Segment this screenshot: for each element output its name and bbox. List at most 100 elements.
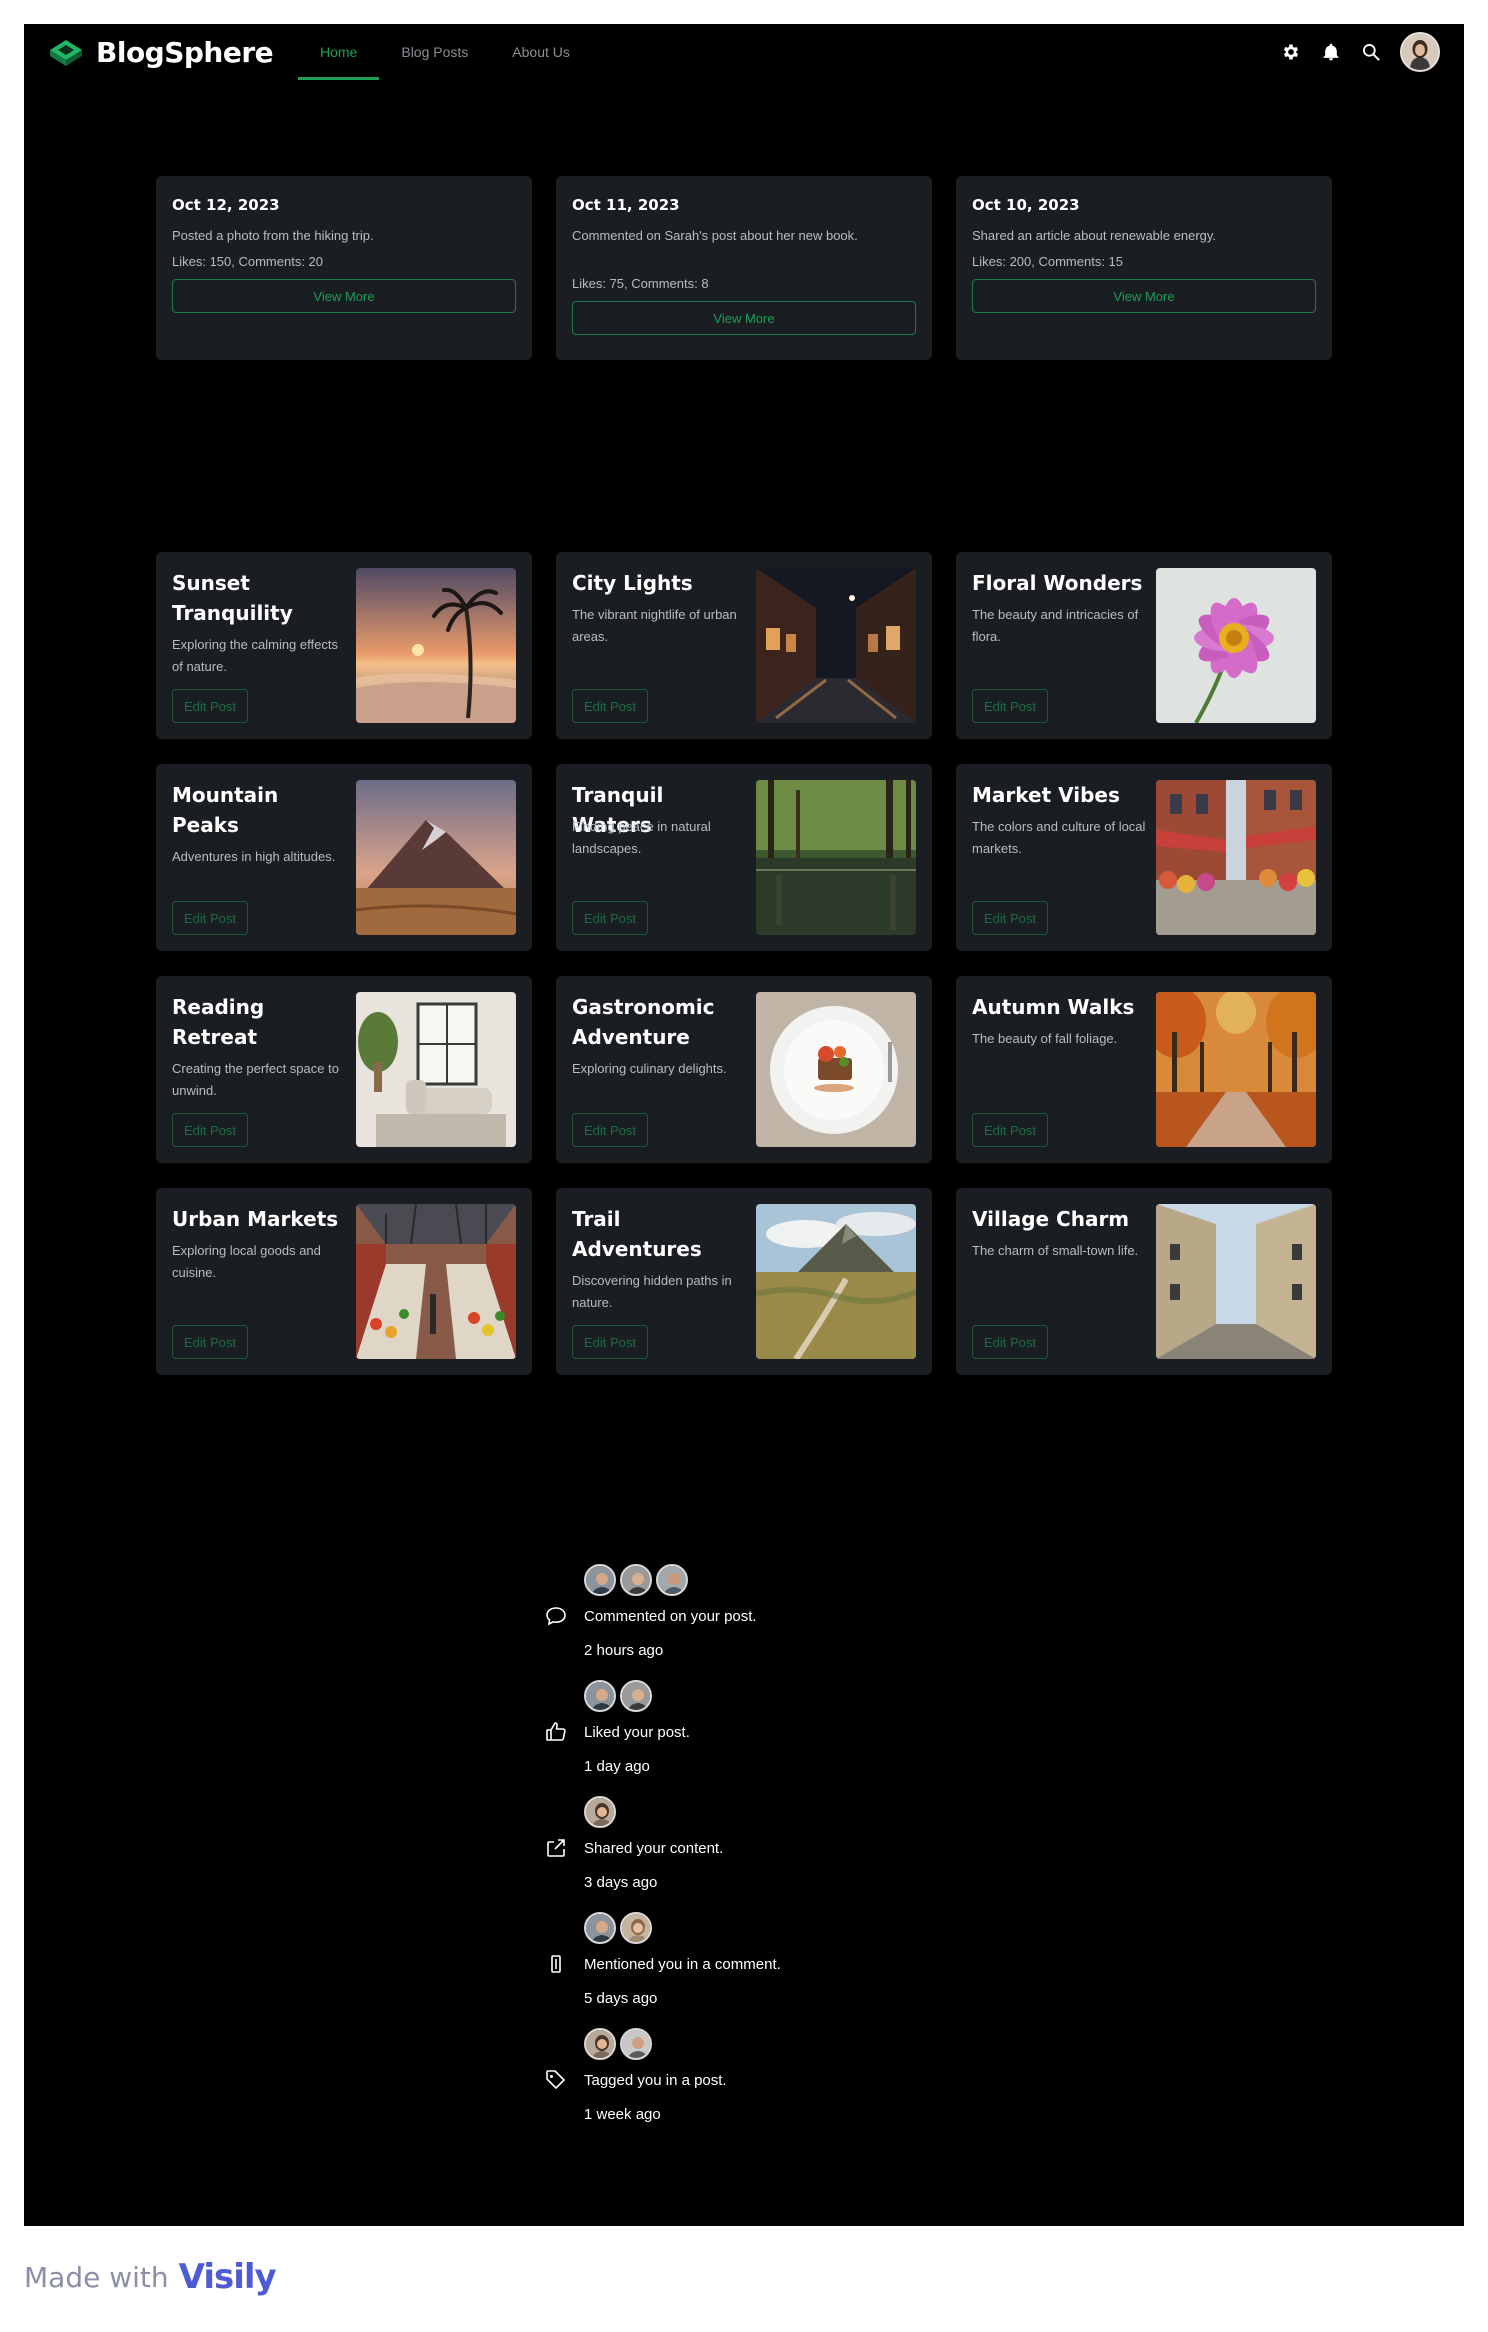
notification-item[interactable]: Shared your content. 3 days ago (544, 1796, 944, 1912)
edit-post-button[interactable]: Edit Post (572, 689, 649, 723)
activity-description: Shared an article about renewable energy… (972, 228, 1217, 243)
logo-icon (50, 40, 82, 66)
post-description: Discovering hidden paths in nature. (572, 1273, 732, 1310)
post-card: Sunset Tranquility Exploring the calming… (156, 552, 532, 739)
edit-post-button[interactable]: Edit Post (972, 689, 1049, 723)
post-title: Village Charm (972, 1207, 1130, 1231)
comment-icon (546, 1607, 566, 1626)
view-more-button[interactable]: View More (172, 279, 516, 313)
post-description: The charm of small-town life. (972, 1243, 1139, 1258)
edit-post-button[interactable]: Edit Post (972, 1325, 1049, 1359)
app-frame: BlogSphere Home Blog Posts About Us Oct … (24, 24, 1464, 2226)
activity-description: Commented on Sarah's post about her new … (572, 228, 858, 243)
edit-post-button[interactable]: Edit Post (172, 1325, 249, 1359)
edit-post-button[interactable]: Edit Post (572, 1113, 649, 1147)
notification-text: Commented on your post. (584, 1608, 757, 1625)
notification-text: Shared your content. (584, 1840, 724, 1857)
post-card: Gastronomic Adventure Exploring culinary… (556, 976, 932, 1163)
avatar (584, 2028, 616, 2060)
post-image (756, 568, 916, 723)
post-card: Reading Retreat Creating the perfect spa… (156, 976, 532, 1163)
post-image (1156, 780, 1316, 935)
recent-activity: Oct 12, 2023 Posted a photo from the hik… (156, 176, 1332, 360)
top-header: BlogSphere Home Blog Posts About Us (24, 24, 1464, 80)
post-image (356, 780, 516, 935)
activity-card: Oct 11, 2023 Commented on Sarah's post a… (556, 176, 932, 360)
post-image (1156, 1204, 1316, 1359)
user-avatar[interactable] (1400, 32, 1440, 72)
post-image (356, 992, 516, 1147)
view-more-button[interactable]: View More (572, 301, 916, 335)
avatar-group (584, 2028, 652, 2060)
avatar (584, 1564, 616, 1596)
post-description: Finding peace in natural landscapes. (572, 819, 711, 856)
view-more-button[interactable]: View More (972, 279, 1316, 313)
notification-text: Liked your post. (584, 1724, 690, 1741)
edit-post-button[interactable]: Edit Post (972, 901, 1049, 935)
notification-item[interactable]: Liked your post. 1 day ago (544, 1680, 944, 1796)
activity-description: Posted a photo from the hiking trip. (172, 228, 374, 243)
avatar (656, 1564, 688, 1596)
post-title: Trail Adventures (572, 1207, 702, 1261)
notification-time: 2 hours ago (584, 1642, 664, 1659)
activity-date: Oct 11, 2023 (572, 196, 680, 214)
visily-logo: Visily (178, 2257, 277, 2297)
post-card: Mountain Peaks Adventures in high altitu… (156, 764, 532, 951)
made-with-badge: Made with Visily (24, 2252, 277, 2302)
notification-time: 3 days ago (584, 1874, 658, 1891)
edit-post-button[interactable]: Edit Post (172, 901, 249, 935)
notification-text: Tagged you in a post. (584, 2072, 727, 2089)
notification-item[interactable]: Mentioned you in a comment. 5 days ago (544, 1912, 944, 2028)
post-card: Autumn Walks The beauty of fall foliage.… (956, 976, 1332, 1163)
tag-icon (546, 2070, 565, 2089)
post-description: Exploring culinary delights. (572, 1061, 727, 1076)
post-description: Adventures in high altitudes. (172, 849, 336, 864)
nav-home[interactable]: Home (298, 24, 380, 80)
edit-post-button[interactable]: Edit Post (172, 689, 249, 723)
gear-icon[interactable] (1280, 41, 1302, 63)
post-title: City Lights (572, 571, 693, 595)
edit-post-button[interactable]: Edit Post (172, 1113, 249, 1147)
post-image (756, 780, 916, 935)
notification-item[interactable]: Tagged you in a post. 1 week ago (544, 2028, 944, 2144)
nav-about-us[interactable]: About Us (490, 24, 592, 80)
avatar (620, 1564, 652, 1596)
edit-post-button[interactable]: Edit Post (572, 1325, 649, 1359)
notification-time: 1 day ago (584, 1758, 650, 1775)
notification-item[interactable]: Commented on your post. 2 hours ago (544, 1564, 944, 1680)
post-image (756, 992, 916, 1147)
app-name: BlogSphere (96, 35, 274, 69)
post-title: Reading Retreat (172, 995, 265, 1049)
activity-stats: Likes: 200, Comments: 15 (972, 254, 1124, 269)
activity-date: Oct 12, 2023 (172, 196, 280, 214)
post-title: Floral Wonders (972, 571, 1143, 595)
post-card: Urban Markets Exploring local goods and … (156, 1188, 532, 1375)
main-nav: Home Blog Posts About Us (298, 24, 592, 80)
avatar-group (584, 1680, 652, 1712)
notification-time: 5 days ago (584, 1990, 658, 2007)
activity-card: Oct 12, 2023 Posted a photo from the hik… (156, 176, 532, 360)
post-card: Tranquil Waters Finding peace in natural… (556, 764, 932, 951)
post-title: Urban Markets (172, 1207, 339, 1231)
logo[interactable]: BlogSphere (48, 34, 274, 70)
edit-post-button[interactable]: Edit Post (572, 901, 649, 935)
activity-stats: Likes: 150, Comments: 20 (172, 254, 324, 269)
avatar (620, 2028, 652, 2060)
nav-blog-posts[interactable]: Blog Posts (379, 24, 490, 80)
post-description: Exploring local goods and cuisine. (172, 1243, 321, 1280)
notification-time: 1 week ago (584, 2106, 661, 2123)
activity-stats: Likes: 75, Comments: 8 (572, 276, 709, 291)
post-card: Floral Wonders The beauty and intricacie… (956, 552, 1332, 739)
search-icon[interactable] (1360, 41, 1382, 63)
post-image (356, 568, 516, 723)
post-title: Sunset Tranquility (172, 571, 293, 625)
post-description: The beauty of fall foliage. (972, 1031, 1118, 1046)
post-image (1156, 568, 1316, 723)
avatar-group (584, 1564, 688, 1596)
post-card: City Lights The vibrant nightlife of urb… (556, 552, 932, 739)
avatar (584, 1680, 616, 1712)
avatar-group (584, 1912, 652, 1944)
edit-post-button[interactable]: Edit Post (972, 1113, 1049, 1147)
post-card: Trail Adventures Discovering hidden path… (556, 1188, 932, 1375)
bell-icon[interactable] (1320, 41, 1342, 63)
